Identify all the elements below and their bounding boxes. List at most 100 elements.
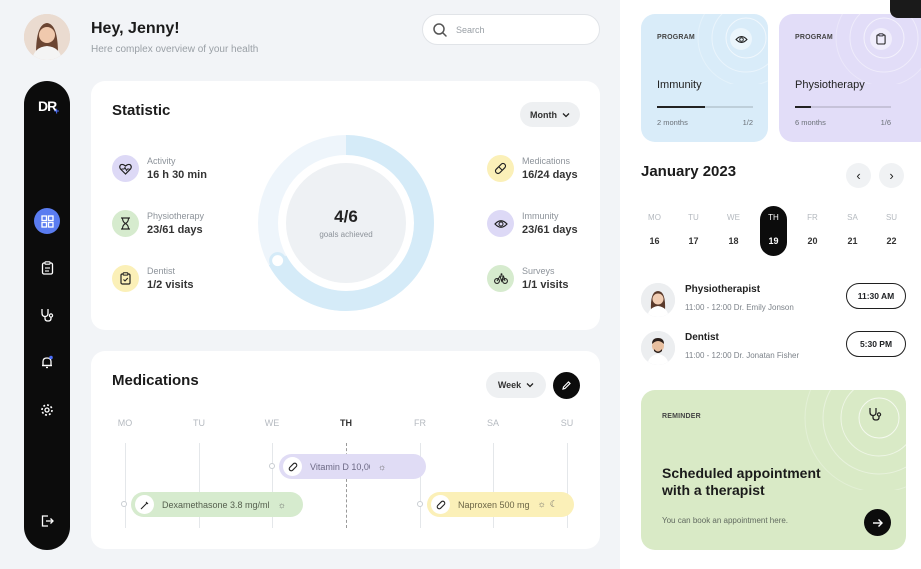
program-card-immunity[interactable]: PROGRAM Immunity 2 months 1/2: [641, 14, 768, 142]
timeline-dot: [417, 501, 423, 507]
sidebar-item-dashboard[interactable]: [34, 208, 60, 234]
chevron-left-icon: ‹: [856, 168, 861, 183]
calendar-weekday: SU: [885, 213, 898, 222]
goals-label: goals achieved: [319, 230, 373, 239]
program-label: PROGRAM: [657, 34, 695, 41]
calendar-day[interactable]: TU 17: [680, 206, 707, 256]
calendar-next-button[interactable]: ›: [879, 163, 904, 188]
appointment-item[interactable]: Dentist 11:00 - 12:00 Dr. Jonatan Fisher…: [641, 331, 906, 369]
metric-value: 16 h 30 min: [147, 169, 207, 181]
appointment-time-button[interactable]: 11:30 AM: [846, 283, 906, 309]
book-appointment-button[interactable]: [864, 509, 891, 536]
search-icon: [432, 22, 448, 43]
program-count: 1/2: [742, 118, 753, 127]
pill-icon: [431, 495, 450, 514]
appointment-details: 11:00 - 12:00 Dr. Emily Jonson: [685, 303, 794, 312]
reminder-card[interactable]: REMINDER Scheduled appointment with a th…: [641, 390, 906, 550]
chevron-down-icon: [562, 112, 570, 117]
program-count: 1/6: [880, 118, 891, 127]
dashboard-icon: [40, 214, 54, 228]
calendar-day-selected[interactable]: TH 19: [760, 206, 787, 256]
day-gridline: [125, 443, 126, 528]
calendar-weekday: TH: [768, 213, 779, 222]
clipboard-icon: [870, 28, 892, 50]
bell-icon: [42, 355, 53, 369]
calendar-day[interactable]: MO 16: [641, 206, 668, 256]
search-input[interactable]: [456, 21, 586, 39]
goals-value: 4/6: [334, 207, 358, 226]
stethoscope-icon: [868, 407, 882, 426]
pill-icon: [283, 457, 302, 476]
goals-summary: 4/6 goals achieved: [296, 207, 396, 239]
edit-button[interactable]: [553, 372, 580, 399]
calendar-date: 18: [728, 236, 739, 246]
sun-icon: ☼: [378, 461, 387, 472]
eye-icon: [730, 28, 752, 50]
program-duration: 2 months: [657, 118, 688, 127]
sidebar: DR +: [24, 81, 70, 550]
appointment-title: Physiotherapist: [685, 284, 761, 295]
search-box[interactable]: [422, 14, 600, 45]
sidebar-item-settings[interactable]: [34, 397, 60, 423]
program-progress-fill: [795, 106, 812, 108]
sidebar-item-records[interactable]: [34, 255, 60, 281]
chevron-right-icon: ›: [889, 168, 894, 183]
calendar-date: 20: [807, 236, 818, 246]
corner-button[interactable]: [890, 0, 921, 18]
appointment-item[interactable]: Physiotherapist 11:00 - 12:00 Dr. Emily …: [641, 283, 906, 321]
calendar-day[interactable]: SA 21: [839, 206, 866, 256]
sidebar-item-logout[interactable]: [34, 508, 60, 534]
doctor-avatar: [641, 331, 675, 365]
greeting: Hey, Jenny!: [91, 20, 180, 37]
medication-vitamin-d[interactable]: Vitamin D 10,000 IU ☼: [279, 454, 426, 479]
arrow-right-icon: [873, 518, 883, 527]
medication-dexamethasone[interactable]: Dexamethasone 3.8 mg/ml ☼: [131, 492, 303, 517]
medication-name: Naproxen 500 mg: [458, 499, 530, 510]
appointment-details: 11:00 - 12:00 Dr. Jonatan Fisher: [685, 351, 800, 360]
metric-surveys[interactable]: Surveys 1/1 visits: [487, 265, 568, 292]
sidebar-item-doctors[interactable]: [34, 302, 60, 328]
program-progress-track: [657, 106, 753, 108]
medications-period-select[interactable]: Week: [486, 372, 546, 398]
weekday-label: MO: [117, 418, 133, 428]
metric-activity[interactable]: Activity 16 h 30 min: [112, 155, 207, 182]
calendar-weekday: TU: [688, 213, 699, 222]
calendar-weekday: SA: [847, 213, 858, 222]
logo[interactable]: DR +: [38, 98, 59, 116]
metric-value: 23/61 days: [147, 224, 203, 236]
metric-value: 1/1 visits: [522, 279, 569, 291]
metric-physiotherapy[interactable]: Physiotherapy 23/61 days: [112, 210, 204, 237]
sidebar-item-notifications[interactable]: [34, 349, 60, 375]
heart-icon: [112, 155, 139, 182]
greeting-subtitle: Here complex overview of your health: [91, 44, 259, 55]
logout-icon: [41, 515, 54, 527]
medications-title: Medications: [112, 372, 199, 389]
calendar-day[interactable]: FR 20: [799, 206, 826, 256]
calendar-date: 17: [688, 236, 699, 246]
ripple-decoration: [835, 14, 921, 84]
calendar-day[interactable]: SU 22: [878, 206, 905, 256]
program-progress-track: [795, 106, 891, 108]
weekday-label: FR: [414, 418, 426, 428]
gear-icon: [41, 404, 53, 416]
metric-value: 1/2 visits: [147, 279, 194, 291]
statistic-period-select[interactable]: Month: [520, 102, 580, 127]
hourglass-icon: [112, 210, 139, 237]
avatar[interactable]: [24, 14, 70, 60]
clipboard-icon: [41, 261, 53, 275]
ripple-decoration: [697, 14, 768, 84]
metric-medications[interactable]: Medications 16/24 days: [487, 155, 578, 182]
calendar-prev-button[interactable]: ‹: [846, 163, 871, 188]
medication-naproxen[interactable]: Naproxen 500 mg ☼ ☾: [427, 492, 574, 517]
appointment-time-button[interactable]: 5:30 PM: [846, 331, 906, 357]
pill-icon: [487, 155, 514, 182]
program-card-physiotherapy[interactable]: PROGRAM Physiotherapy 6 months 1/6: [779, 14, 921, 142]
sun-icon: ☼: [537, 499, 546, 509]
calendar-date: 19: [768, 236, 779, 246]
calendar-day[interactable]: WE 18: [720, 206, 747, 256]
moon-icon: ☾: [549, 499, 558, 509]
metric-immunity[interactable]: Immunity 23/61 days: [487, 210, 578, 237]
weekday-label: TU: [193, 418, 205, 428]
calendar-weekday: WE: [727, 213, 740, 222]
metric-dentist[interactable]: Dentist 1/2 visits: [112, 265, 193, 292]
